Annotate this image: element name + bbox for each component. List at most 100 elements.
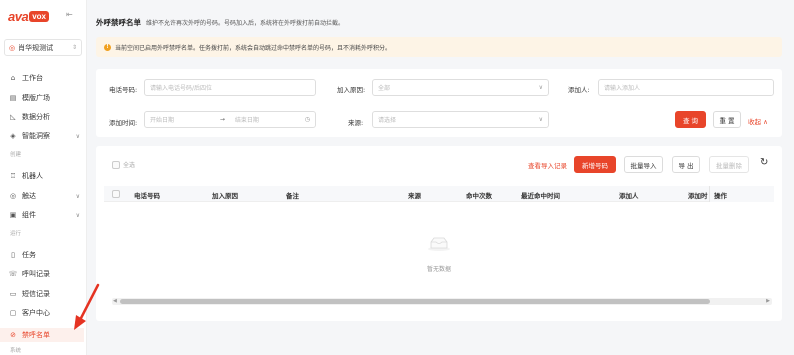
insight-icon: ◈ <box>10 132 16 140</box>
chevron-down-icon: ∨ <box>75 192 80 200</box>
blocklist-icon: ⊘ <box>10 331 16 339</box>
sidebar-item-label: 组件 <box>22 211 36 219</box>
arrow-right-icon: → <box>219 116 225 123</box>
chevron-down-icon: ∨ <box>538 84 543 91</box>
source-label: 来源: <box>348 119 364 127</box>
col-phone: 电话号码 <box>134 192 160 200</box>
bulk-import-button[interactable]: 批量导入 <box>624 156 663 173</box>
adder-label: 添加人: <box>568 86 590 94</box>
reset-button[interactable]: 重 置 <box>713 111 741 128</box>
filter-panel: 电话号码: 请输入电话号码/后四位 加入原因: 全部 ∨ 添加人: 请输入添加人… <box>96 69 782 137</box>
import-history-link[interactable]: 查看导入记录 <box>528 160 567 170</box>
scroll-right-icon[interactable]: ▶ <box>766 298 770 305</box>
phone-input[interactable]: 请输入电话号码/后四位 <box>144 79 316 96</box>
sidebar-item-label: 客户中心 <box>22 309 50 317</box>
sms-icon: ▭ <box>9 290 17 298</box>
sidebar-item-customer-center[interactable]: ▢ 客户中心 <box>8 306 80 320</box>
customer-icon: ▢ <box>9 309 17 317</box>
table-header: 电话号码 加入原因 备注 来源 命中次数 最近命中时间 添加人 添加时 操作 <box>104 186 774 202</box>
phone-label: 电话号码: <box>109 86 138 94</box>
workspace-icon: ◎ <box>9 43 16 52</box>
chevron-down-icon: ∨ <box>75 132 80 140</box>
header-checkbox[interactable] <box>112 190 120 198</box>
source-placeholder: 请选择 <box>378 117 397 124</box>
workspace-label: 肖华规测试 <box>18 43 54 52</box>
refresh-icon[interactable]: ↻ <box>760 157 768 168</box>
template-icon: ▤ <box>9 94 17 102</box>
select-all-checkbox[interactable] <box>112 160 120 169</box>
clock-icon: ◷ <box>304 116 310 123</box>
task-icon: ▯ <box>11 251 15 259</box>
col-hit-count: 命中次数 <box>466 192 492 200</box>
page-title: 外呼禁呼名单 <box>96 18 141 27</box>
sidebar-item-label: 数据分析 <box>22 113 50 121</box>
sidebar-item-templates[interactable]: ▤ 模版广场 <box>8 91 80 105</box>
date-range-picker[interactable]: 开始日期 → 结束日期 ◷ <box>144 111 316 128</box>
sidebar-item-label: 智能洞察 <box>22 132 50 140</box>
home-icon: ⌂ <box>10 74 16 82</box>
adder-input[interactable]: 请输入添加人 <box>598 79 774 96</box>
col-source: 来源 <box>408 192 421 200</box>
sidebar-item-call-records[interactable]: ☏ 呼叫记录 <box>8 267 80 281</box>
sidebar-item-label: 触达 <box>22 192 36 200</box>
updown-icon: ⇕ <box>71 44 77 51</box>
select-all-label: 全选 <box>123 162 136 169</box>
sidebar-item-sms-records[interactable]: ▭ 短信记录 <box>8 287 80 301</box>
notice-banner: ! 当前空间已启用外呼禁呼名单。任务拨打前，系统会自动跳过命中禁呼名单的号码，且… <box>96 37 782 57</box>
horizontal-scrollbar[interactable]: ◀ ▶ <box>112 298 772 305</box>
logo-badge: vox <box>29 10 49 22</box>
source-select[interactable]: 请选择 ∨ <box>372 111 549 128</box>
empty-box-icon <box>428 237 450 251</box>
end-date-placeholder: 结束日期 <box>234 117 259 124</box>
sidebar-item-task[interactable]: ▯ 任务 <box>8 248 80 262</box>
sidebar: ava vox ⇤ ◎ 肖华规测试 ⇕ ⌂ 工作台 ▤ 模版广场 ◺ 数据分析 … <box>0 0 87 355</box>
header-checkbox-cell[interactable] <box>112 190 120 200</box>
col-reason: 加入原因 <box>212 192 238 200</box>
sidebar-item-reach[interactable]: ◎ 触达 ∨ <box>8 189 80 203</box>
add-number-button[interactable]: 新增号码 <box>574 156 616 173</box>
col-last-hit: 最近命中时间 <box>521 192 560 200</box>
phone-placeholder: 请输入电话号码/后四位 <box>150 85 213 92</box>
sidebar-item-label: 呼叫记录 <box>22 270 50 278</box>
sidebar-item-insight[interactable]: ◈ 智能洞察 ∨ <box>8 129 80 143</box>
info-icon: ! <box>104 43 111 51</box>
query-button[interactable]: 查 询 <box>675 111 706 128</box>
reason-select[interactable]: 全部 ∨ <box>372 79 549 96</box>
nav-group-create: 创建 <box>10 152 22 158</box>
adder-placeholder: 请输入添加人 <box>604 85 641 92</box>
scroll-left-icon[interactable]: ◀ <box>113 298 117 305</box>
empty-text: 暂无数据 <box>426 266 451 273</box>
reason-label: 加入原因: <box>337 86 366 94</box>
sidebar-item-label: 模版广场 <box>22 94 50 102</box>
select-all[interactable]: 全选 <box>112 160 135 169</box>
logo[interactable]: ava vox <box>8 8 49 24</box>
page-description: 维护不允许再次外呼的号码。号码加入后，系统将在外呼拨打前自动拦截。 <box>146 20 345 27</box>
collapse-menu-icon[interactable]: ⇤ <box>66 10 75 19</box>
logo-text: ava <box>8 8 29 24</box>
col-actions: 操作 <box>709 186 774 202</box>
bulk-delete-button[interactable]: 批量删除 <box>709 156 749 173</box>
nav-group-system: 系统 <box>10 348 22 354</box>
collapse-filters-link[interactable]: 收起 ∧ <box>748 116 768 126</box>
notice-text: 当前空间已启用外呼禁呼名单。任务拨打前，系统会自动跳过命中禁呼名单的号码，且不消… <box>115 44 392 52</box>
workspace-selector[interactable]: ◎ 肖华规测试 ⇕ <box>4 39 82 56</box>
col-adder: 添加人 <box>619 192 639 200</box>
export-button[interactable]: 导 出 <box>672 156 700 173</box>
sidebar-item-label: 短信记录 <box>22 290 50 298</box>
sidebar-item-label: 任务 <box>22 251 36 259</box>
col-added-time: 添加时 <box>688 192 708 200</box>
chart-icon: ◺ <box>10 113 16 121</box>
sidebar-item-workbench[interactable]: ⌂ 工作台 <box>8 71 80 85</box>
nav-group-run: 运行 <box>10 231 22 237</box>
reach-icon: ◎ <box>9 192 17 200</box>
reason-value: 全部 <box>378 85 391 92</box>
time-label: 添加时间: <box>109 119 138 127</box>
sidebar-item-analytics[interactable]: ◺ 数据分析 <box>8 110 80 124</box>
sidebar-item-robot[interactable]: ♖ 机器人 <box>8 169 80 183</box>
sidebar-item-label: 工作台 <box>22 74 43 82</box>
col-note: 备注 <box>286 192 299 200</box>
robot-icon: ♖ <box>9 172 17 180</box>
sidebar-item-component[interactable]: ▣ 组件 ∨ <box>8 208 80 222</box>
sidebar-item-blocklist[interactable]: ⊘ 禁呼名单 <box>0 328 84 342</box>
scroll-thumb[interactable] <box>120 299 710 304</box>
